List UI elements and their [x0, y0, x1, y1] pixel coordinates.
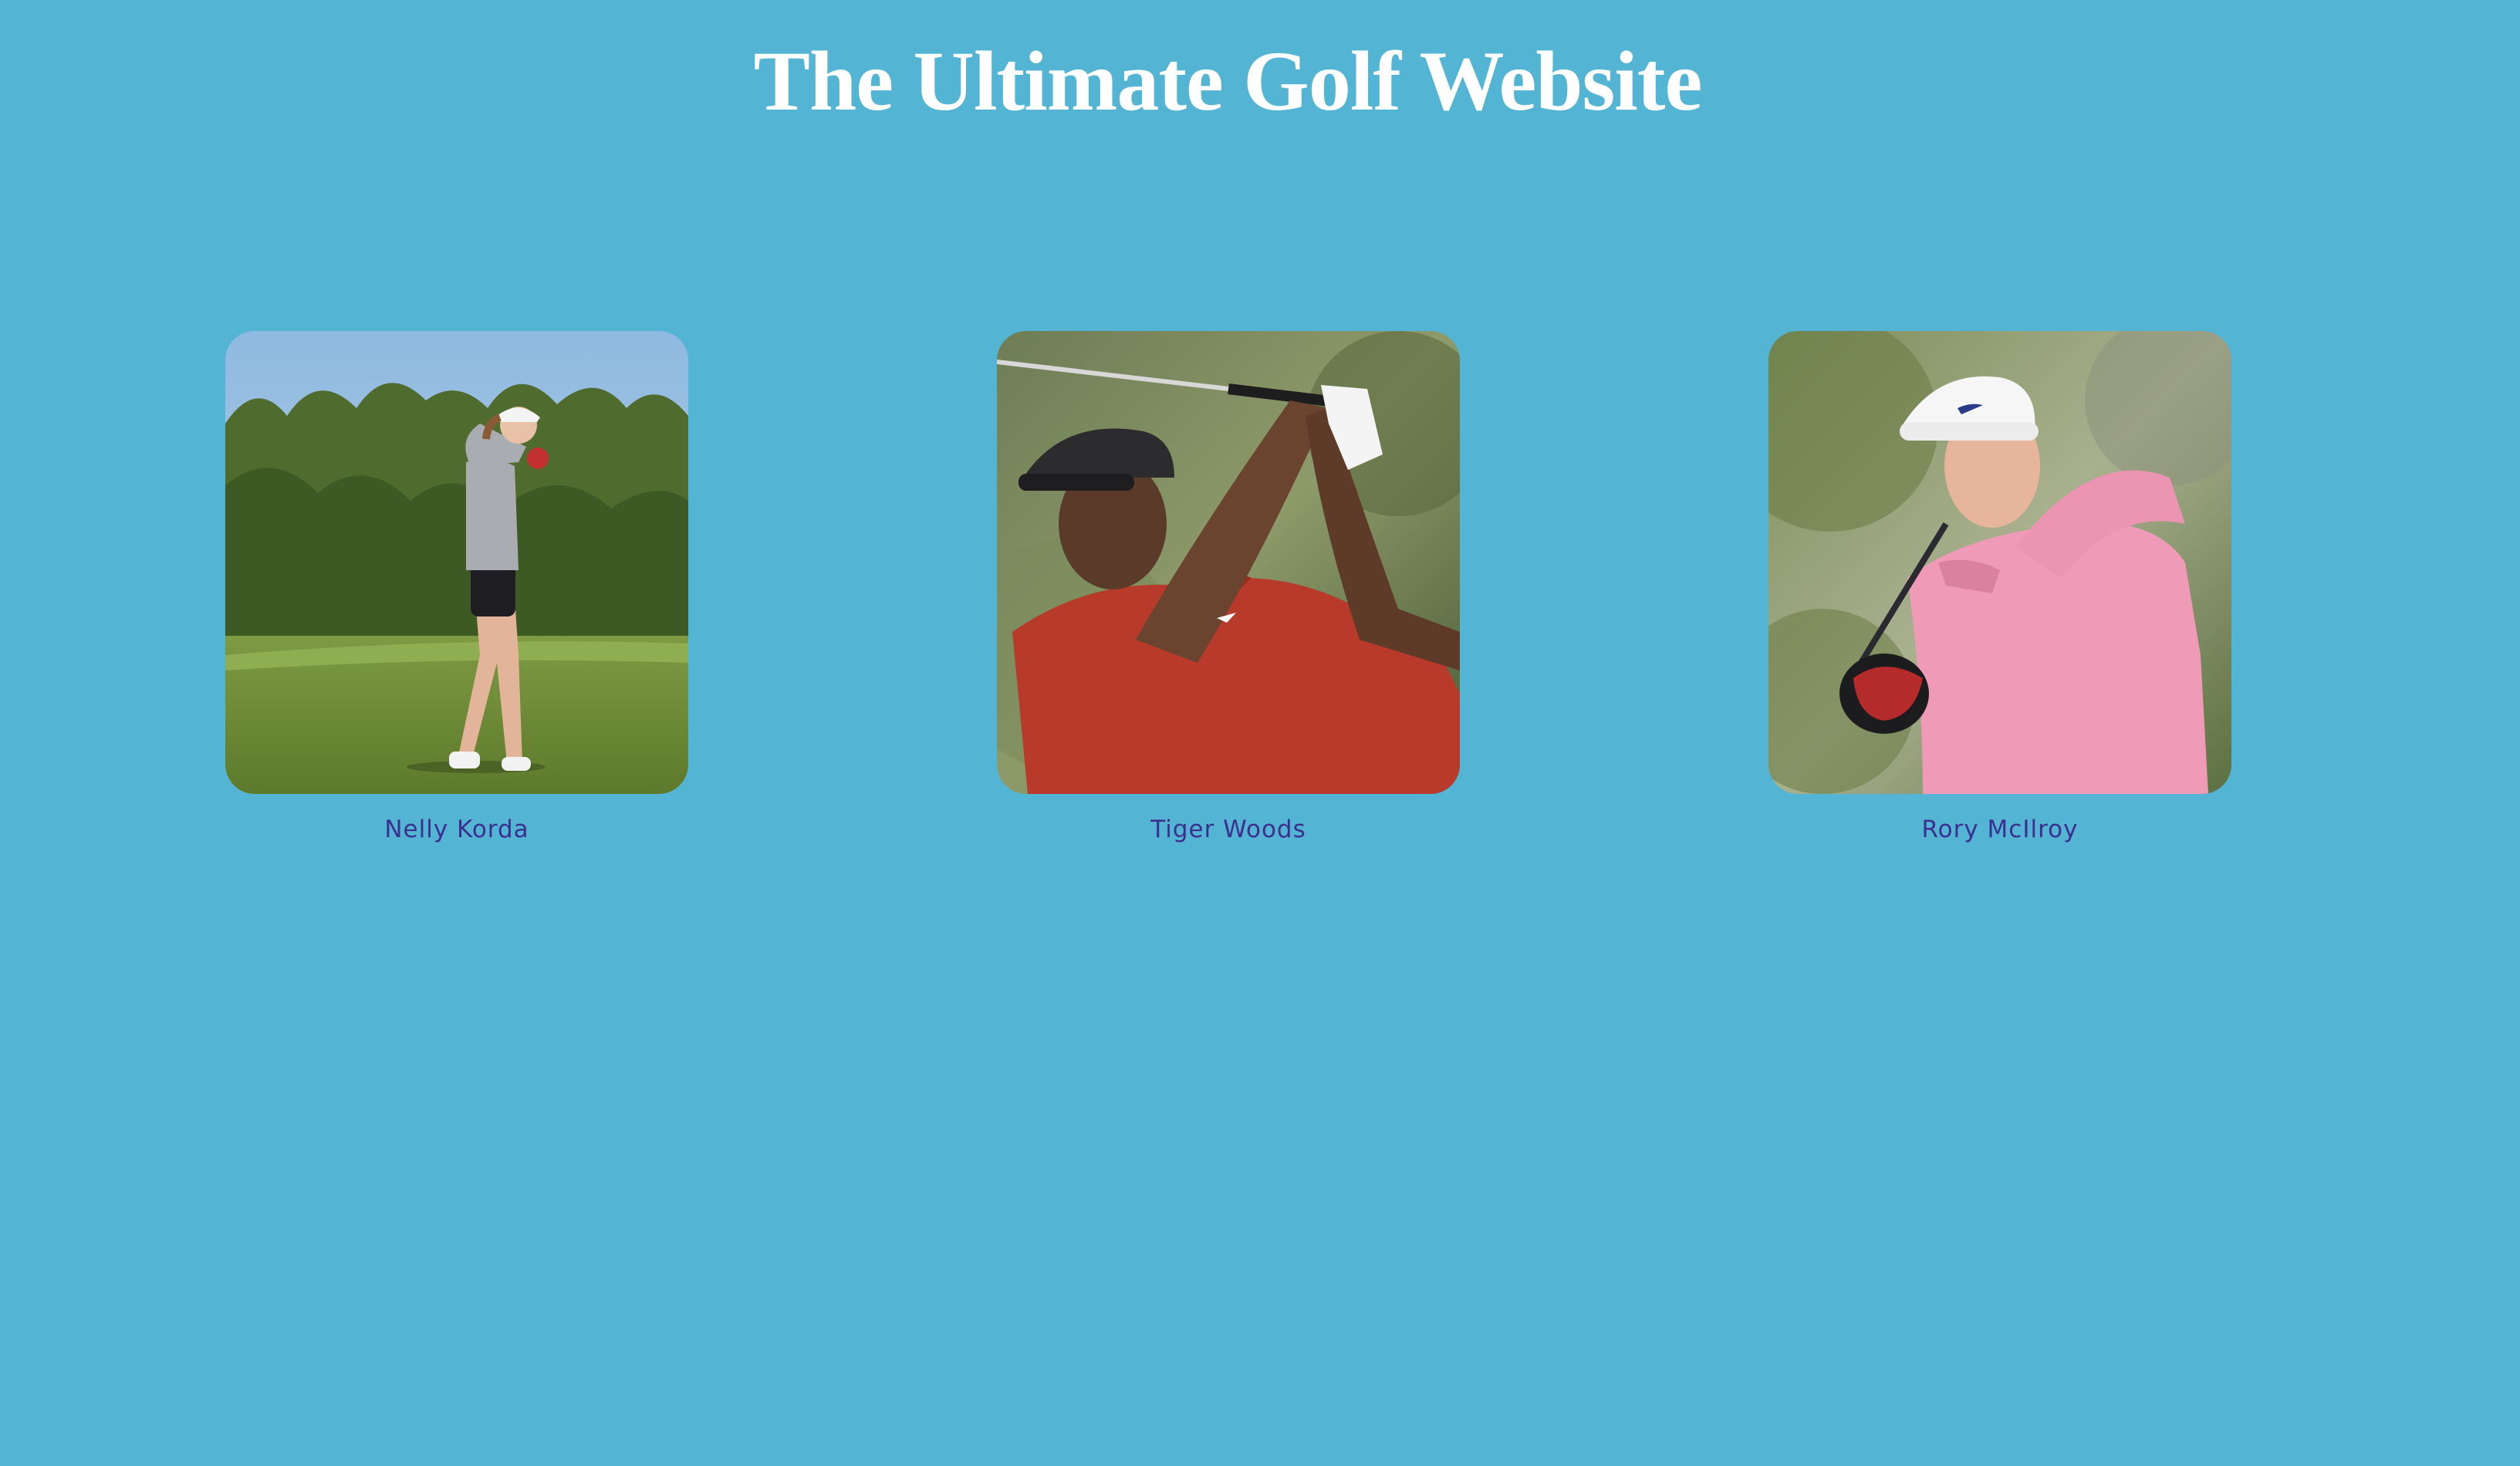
- golfer-photo-nelly-korda[interactable]: [225, 331, 688, 794]
- golfer-photo-rory-mcilroy[interactable]: [1768, 331, 2231, 794]
- golfer-card-nelly-korda[interactable]: Nelly Korda: [225, 331, 688, 845]
- golfer-photo-icon: [1768, 331, 2231, 794]
- golfer-card-rory-mcilroy[interactable]: Rory McIlroy: [1768, 331, 2231, 845]
- golfer-photo-icon: [225, 331, 688, 794]
- golfer-name-link[interactable]: Nelly Korda: [225, 814, 688, 845]
- golfer-name-link[interactable]: Tiger Woods: [997, 814, 1460, 845]
- golfer-name-link[interactable]: Rory McIlroy: [1768, 814, 2231, 845]
- page-title: The Ultimate Golf Website: [753, 34, 1703, 128]
- golfer-photo-icon: [997, 331, 1460, 794]
- golfer-card-tiger-woods[interactable]: Tiger Woods: [997, 331, 1460, 845]
- golfer-photo-tiger-woods[interactable]: [997, 331, 1460, 794]
